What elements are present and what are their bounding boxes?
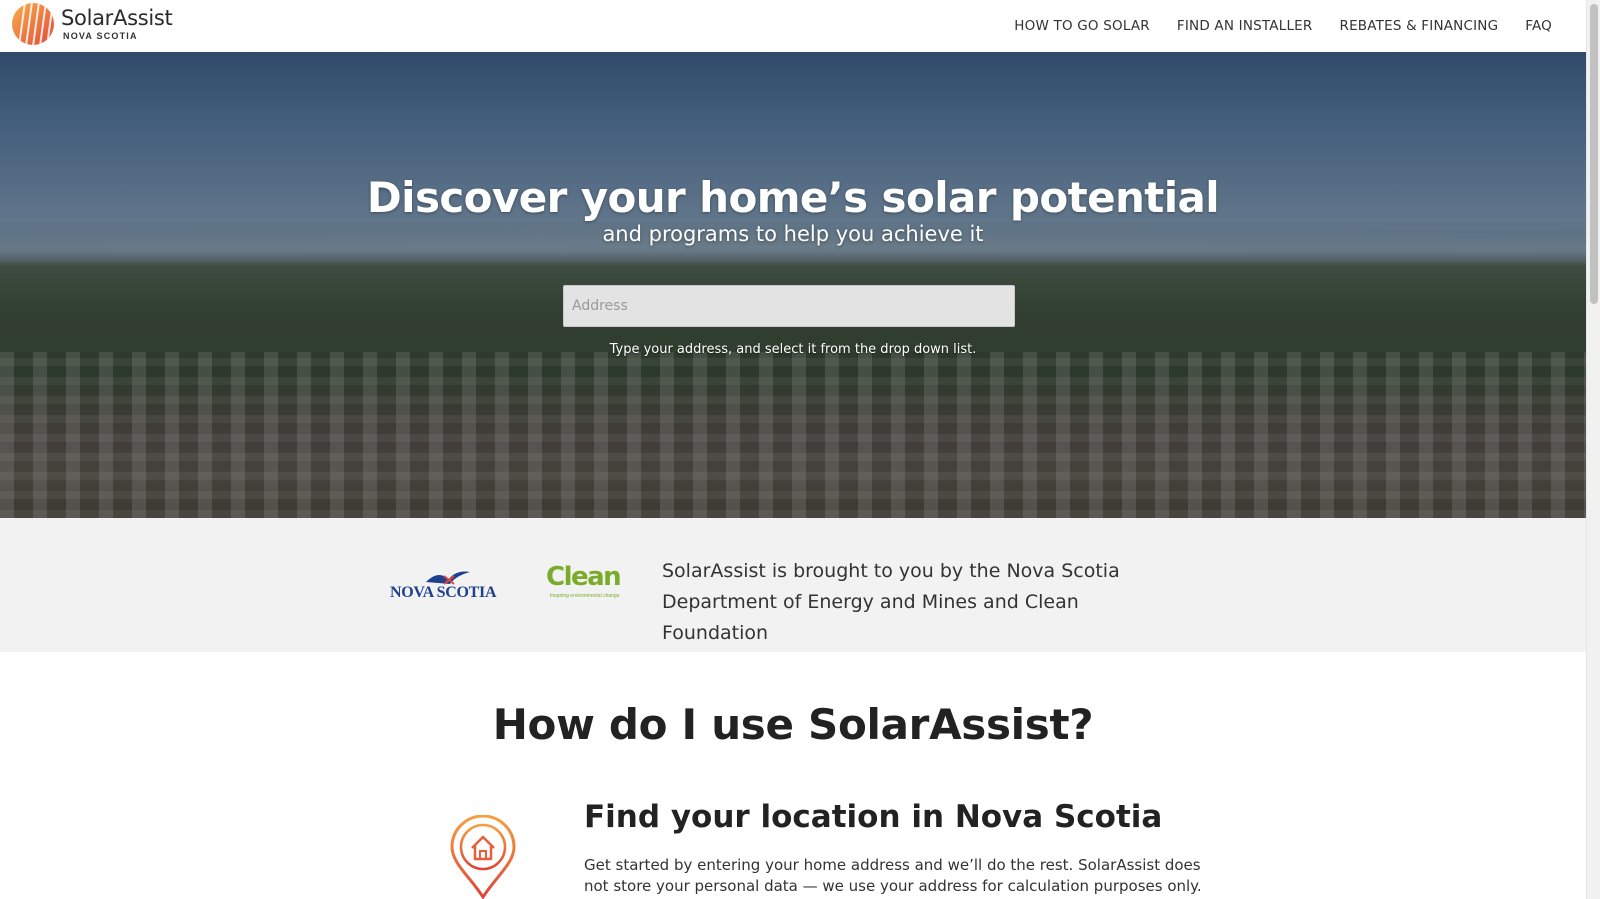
hero-title: Discover your home’s solar potential <box>366 173 1220 222</box>
nav-find-an-installer[interactable]: FIND AN INSTALLER <box>1177 18 1313 34</box>
scrollbar-thumb[interactable] <box>1590 4 1598 304</box>
nav-faq[interactable]: FAQ <box>1525 18 1552 34</box>
how-section-title: How do I use SolarAssist? <box>492 700 1094 749</box>
location-pin-house-icon <box>450 815 516 899</box>
sun-stripes-logo-icon <box>12 3 54 45</box>
main-nav: HOW TO GO SOLAR FIND AN INSTALLER REBATE… <box>1014 0 1552 52</box>
nav-rebates-financing[interactable]: REBATES & FINANCING <box>1339 18 1498 34</box>
clean-tagline: Inspiring environmental change <box>550 593 620 599</box>
clean-foundation-logo[interactable]: Clean Inspiring environmental change <box>546 562 626 608</box>
nova-scotia-logo[interactable]: NOVA SCOTIA <box>390 568 505 608</box>
nova-scotia-wordmark: NOVA SCOTIA <box>390 584 497 601</box>
clean-wordmark: Clean <box>546 562 622 592</box>
step-text: Get started by entering your home addres… <box>584 856 1202 895</box>
address-hint: Type your address, and select it from th… <box>609 342 977 357</box>
logo-name: SolarAssist <box>61 5 173 30</box>
site-header: SolarAssist NOVA SCOTIA HOW TO GO SOLAR … <box>0 0 1586 52</box>
hero-subtitle: and programs to help you achieve it <box>602 222 984 246</box>
partners-band: NOVA SCOTIA Clean Inspiring environmenta… <box>0 518 1586 652</box>
address-input[interactable] <box>563 285 1015 327</box>
hero-section: Discover your home’s solar potential and… <box>0 52 1586 518</box>
logo-subtitle: NOVA SCOTIA <box>63 30 138 41</box>
page-scrollbar[interactable] <box>1586 0 1600 899</box>
step-title: Find your location in Nova Scotia <box>584 799 1163 835</box>
solarassist-logo[interactable]: SolarAssist NOVA SCOTIA <box>11 2 173 46</box>
nav-how-to-go-solar[interactable]: HOW TO GO SOLAR <box>1014 18 1150 34</box>
partner-statement: SolarAssist is brought to you by the Nov… <box>662 560 1120 644</box>
